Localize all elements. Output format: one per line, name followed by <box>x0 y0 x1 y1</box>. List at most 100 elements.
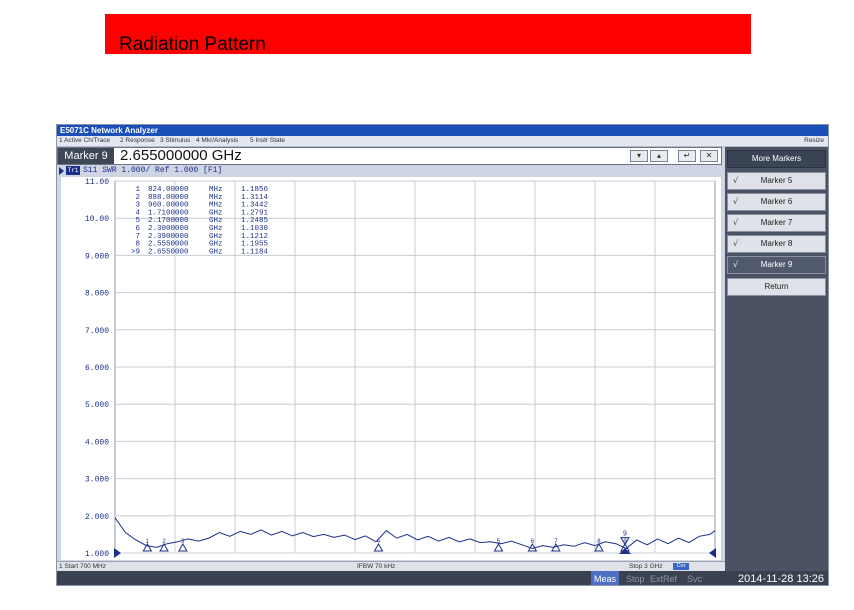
correction-badge: Cor <box>673 563 689 570</box>
marker-table-unit: MHz <box>209 194 223 202</box>
menu-item-response[interactable]: 2 Response <box>120 136 155 146</box>
marker-entry-label: Marker 9 <box>58 148 114 164</box>
marker-table-num: 4 <box>135 209 140 217</box>
y-tick-label: 5.000 <box>85 401 109 410</box>
softkey-marker-6[interactable]: √ Marker 6 <box>727 193 826 211</box>
marker-label: 9 <box>623 531 627 538</box>
start-frequency: 1 Start 700 MHz <box>59 563 106 570</box>
softkey-label: Marker 5 <box>760 176 793 185</box>
softkey-marker-7[interactable]: √ Marker 7 <box>727 214 826 232</box>
trace-format-text: S11 SWR 1.000/ Ref 1.000 [F1] <box>83 166 223 175</box>
marker-table-freq: 960.00000 <box>148 202 189 210</box>
marker-table-freq: 2.1700000 <box>148 217 189 225</box>
channel-status-row: 1 Start 700 MHz IFBW 70 kHz Stop 3 GHz C… <box>57 561 725 571</box>
marker-table-num: >9 <box>131 248 140 256</box>
svc-indicator: Svc <box>687 574 703 584</box>
marker-table-freq: 824.00000 <box>148 186 189 194</box>
slide-title-banner: Radiation Pattern <box>105 14 751 55</box>
softkey-label: Marker 9 <box>760 260 793 269</box>
y-tick-label: 7.000 <box>85 327 109 336</box>
extref-indicator: ExtRef <box>650 574 678 584</box>
marker-table-unit: GHz <box>209 241 223 249</box>
menu-item-mkr-analysis[interactable]: 4 Mkr/Analysis <box>196 136 238 146</box>
window-titlebar: E5071C Network Analyzer <box>57 125 828 136</box>
marker-table-value: 1.2485 <box>241 217 269 225</box>
softkey-panel: More Markers √ Marker 5 √ Marker 6 √ Mar… <box>725 147 828 575</box>
marker-table-value: 1.3114 <box>241 194 269 202</box>
softkey-label: Marker 6 <box>760 197 793 206</box>
marker-table-num: 1 <box>135 186 140 194</box>
y-tick-label: 8.000 <box>85 290 109 299</box>
swr-plot: 11.00 10.00 9.000 8.000 7.000 6.000 5.000 4.000… <box>61 177 721 560</box>
marker-table-value: 1.1856 <box>241 186 269 194</box>
slide-title: Radiation Pattern <box>119 34 266 55</box>
marker-table-value: 1.1212 <box>241 233 268 241</box>
softkey-label: Marker 8 <box>760 239 793 248</box>
marker-table-value: 1.1184 <box>241 248 269 256</box>
marker-table-num: 5 <box>135 217 140 225</box>
close-icon[interactable]: ✕ <box>700 150 718 162</box>
marker-table-freq: 2.3000000 <box>148 225 189 233</box>
marker-table-num: 8 <box>135 241 140 249</box>
softkey-marker-5[interactable]: √ Marker 5 <box>727 172 826 190</box>
active-trace-triangle-icon <box>59 167 64 175</box>
stop-indicator: Stop <box>626 574 645 584</box>
check-icon: √ <box>733 239 739 248</box>
menu-item-stimulus[interactable]: 3 Stimulus <box>160 136 190 146</box>
softkey-marker-8[interactable]: √ Marker 8 <box>727 235 826 253</box>
step-down-button[interactable]: ▾ <box>630 150 648 162</box>
softkey-marker-9[interactable]: √ Marker 9 <box>727 256 826 274</box>
swr-chart-svg: 11.00 10.00 9.000 8.000 7.000 6.000 5.000 4.000… <box>85 178 716 559</box>
y-tick-label: 2.000 <box>85 513 109 522</box>
check-icon: √ <box>733 260 739 269</box>
y-tick-label: 10.00 <box>85 215 109 224</box>
marker-frequency-field[interactable]: 2.655000000 GHz <box>120 148 242 164</box>
marker-table-unit: GHz <box>209 209 223 217</box>
marker-table-unit: GHz <box>209 225 223 233</box>
network-analyzer-window: E5071C Network Analyzer 1 Active Ch/Trac… <box>56 124 829 586</box>
y-tick-label: 9.000 <box>85 252 109 261</box>
marker-table-unit: MHz <box>209 202 223 210</box>
softkey-return[interactable]: Return <box>727 278 826 296</box>
y-tick-label: 6.000 <box>85 364 109 373</box>
menu-item-instr-state[interactable]: 5 Instr State <box>250 136 285 146</box>
marker-table-freq: 2.5550000 <box>148 241 189 249</box>
marker-table-unit: GHz <box>209 248 223 256</box>
marker-table-value: 1.3442 <box>241 202 268 210</box>
marker-table-freq: 888.00000 <box>148 194 189 202</box>
ifbw-value: IFBW 70 kHz <box>357 563 396 570</box>
check-icon: √ <box>733 176 739 185</box>
softkey-title-more-markers[interactable]: More Markers <box>727 150 826 168</box>
step-up-button[interactable]: ▴ <box>650 150 668 162</box>
marker-table-num: 2 <box>135 194 140 202</box>
marker-table-freq: 2.3900000 <box>148 233 189 241</box>
y-tick-label: 1.000 <box>85 550 109 559</box>
marker-table-num: 3 <box>135 202 140 210</box>
trace-header: Tr1 S11 SWR 1.000/ Ref 1.000 [F1] <box>59 166 719 176</box>
marker-table-value: 1.2791 <box>241 209 269 217</box>
marker-table-unit: GHz <box>209 233 223 241</box>
meas-indicator: Meas <box>591 571 620 585</box>
marker-table-freq: 1.7100000 <box>148 209 189 217</box>
stop-frequency: Stop 3 GHz <box>629 563 663 570</box>
menu-bar: 1 Active Ch/Trace 2 Response 3 Stimulus … <box>57 136 828 147</box>
datetime: 2014-11-28 13:26 <box>737 573 824 585</box>
window-title: E5071C Network Analyzer <box>60 126 158 135</box>
marker-table-freq: 2.6550000 <box>148 248 189 256</box>
marker-table-num: 7 <box>135 233 140 241</box>
check-icon: √ <box>733 218 739 227</box>
marker-table-num: 6 <box>135 225 140 233</box>
softkey-label: Marker 7 <box>760 218 793 227</box>
menu-item-active-ch-trace[interactable]: 1 Active Ch/Trace <box>59 136 110 146</box>
y-tick-label: 11.00 <box>85 178 109 187</box>
y-tick-label: 4.000 <box>85 438 109 447</box>
y-tick-label: 3.000 <box>85 476 109 485</box>
marker-table-unit: GHz <box>209 217 223 225</box>
marker-table-unit: MHz <box>209 186 223 194</box>
enter-icon[interactable]: ↵ <box>678 150 696 162</box>
marker-table-value: 1.1955 <box>241 241 269 249</box>
marker-entry-bar[interactable]: Marker 9 2.655000000 GHz ▾ ▴ ↵ ✕ <box>57 147 722 165</box>
trace-badge[interactable]: Tr1 <box>66 166 80 175</box>
check-icon: √ <box>733 197 739 206</box>
resize-button[interactable]: Resize <box>804 136 824 146</box>
